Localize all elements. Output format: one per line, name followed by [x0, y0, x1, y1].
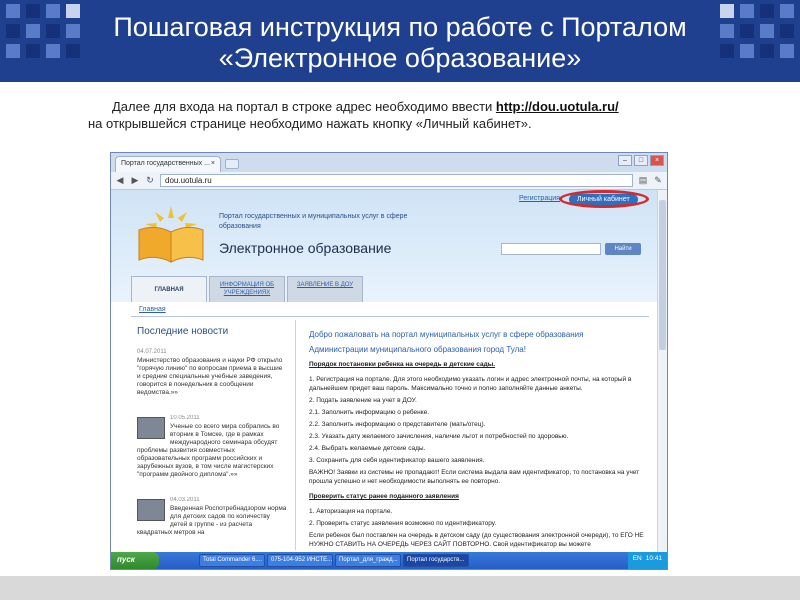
minimize-icon[interactable]: –: [618, 155, 632, 166]
step-text: 2.2. Заполнить информацию о представител…: [309, 421, 486, 428]
browser-screenshot: Портал государственных ... × – □ × ◀ ▶ ↻…: [110, 152, 668, 570]
tab-application[interactable]: ЗАЯВЛЕНИЕ В ДОУ: [287, 276, 363, 302]
instruction-suffix: на открывшейся странице необходимо нажат…: [88, 116, 532, 131]
taskbar-buttons: Total Commander 6.... 075-104-952 ИНСТЕ.…: [199, 554, 469, 567]
step-text: ВАЖНО! Заявки из системы не пропадают! Е…: [309, 469, 640, 485]
admin-text: Администрации муниципального образования…: [309, 345, 526, 354]
browser-navbar: ◀ ▶ ↻ dou.uotula.ru ▤ ✎: [111, 172, 667, 190]
site-name: Электронное образование: [219, 240, 392, 256]
web-page: Регистрация Личный кабинет Портал госуда…: [111, 190, 667, 552]
news-thumbnail[interactable]: [137, 417, 165, 439]
taskbar-button[interactable]: Портал_для_гражд...: [335, 554, 401, 567]
tab-main[interactable]: ГЛАВНАЯ: [131, 276, 207, 302]
reload-icon[interactable]: ↻: [145, 175, 155, 186]
slide-footer-band: [0, 576, 800, 600]
step-text: 2.3. Указать дату желаемого зачисления, …: [309, 433, 569, 440]
welcome-text: Добро пожаловать на портал муниципальных…: [309, 330, 584, 339]
tab-close-icon[interactable]: ×: [211, 160, 215, 167]
scrollbar-thumb[interactable]: [659, 200, 666, 350]
address-bar[interactable]: dou.uotula.ru: [160, 174, 633, 187]
windows-taskbar: пуск Total Commander 6.... 075-104-952 И…: [111, 552, 667, 569]
taskbar-button[interactable]: 075-104-952 ИНСТЕ...: [267, 554, 333, 567]
news-heading: Последние новости: [137, 326, 229, 337]
decor-squares-right: [720, 4, 794, 58]
new-tab-button[interactable]: [225, 159, 239, 169]
portal-subtitle: Портал государственных и муниципальных у…: [219, 213, 408, 230]
breadcrumb[interactable]: Главная: [139, 306, 166, 313]
news-column: Последние новости 04.07.2011 Министерств…: [137, 326, 287, 555]
news-item[interactable]: Министерство образования и науки РФ откр…: [137, 357, 287, 397]
page-scrollbar[interactable]: [657, 190, 667, 552]
taskbar-button[interactable]: Портал государств...: [403, 554, 469, 567]
step-text: 1. Регистрация на портале. Для этого нео…: [309, 376, 632, 392]
site-search-input[interactable]: [501, 243, 601, 255]
wrench-icon[interactable]: ✎: [653, 175, 663, 186]
step-text: 3. Сохранить для себя идентификатор ваше…: [309, 457, 485, 464]
forward-icon[interactable]: ▶: [130, 175, 140, 186]
divider: [131, 316, 649, 317]
status-step: Если ребенок был поставлен на очередь в …: [309, 532, 644, 548]
back-icon[interactable]: ◀: [115, 175, 125, 186]
register-link[interactable]: Регистрация: [519, 195, 560, 202]
news-row: 04.03.2011 Введенная Роспотребнадзором н…: [137, 497, 287, 555]
slide-title: Пошаговая инструкция по работе с Портало…: [80, 12, 720, 74]
browser-tab[interactable]: Портал государственных ... ×: [115, 156, 221, 172]
slide-title-line2: «Электронное образование»: [218, 43, 582, 73]
instruction-prefix: Далее для входа на портал в строке адрес…: [112, 99, 496, 114]
instruction-text: Далее для входа на портал в строке адрес…: [88, 98, 708, 132]
page-icon[interactable]: ▤: [638, 175, 648, 186]
highlight-oval: [559, 190, 649, 208]
news-date: 04.07.2011: [137, 349, 167, 355]
column-divider: [295, 320, 296, 550]
start-button[interactable]: пуск: [111, 552, 159, 569]
main-content: Добро пожаловать на портал муниципальных…: [309, 330, 645, 552]
news-thumbnail[interactable]: [137, 499, 165, 521]
status-step: 1. Авторизация на портале.: [309, 508, 393, 515]
step-text: 2.4. Выбрать желаемые детские сады.: [309, 445, 426, 452]
site-logo-icon: [138, 206, 204, 263]
browser-tabbar: Портал государственных ... × – □ ×: [111, 153, 667, 172]
system-tray: EN 10:41: [627, 552, 667, 569]
slide-header: Пошаговая инструкция по работе с Портало…: [0, 0, 800, 82]
step-text: 2.1. Заполнить информацию о ребенке.: [309, 409, 430, 416]
order-heading: Порядок постановки ребенка на очередь в …: [309, 361, 496, 368]
status-heading: Проверить статус ранее поданного заявлен…: [309, 493, 459, 500]
site-header: Регистрация Личный кабинет Портал госуда…: [111, 190, 657, 302]
site-tabs: ГЛАВНАЯ ИНФОРМАЦИЯ ОБ УЧРЕЖДЕНИЯХ ЗАЯВЛЕ…: [131, 276, 363, 302]
window-controls: – □ ×: [618, 155, 664, 166]
slide-title-line1: Пошаговая инструкция по работе с Портало…: [113, 12, 687, 42]
instruction-url: http://dou.uotula.ru/: [495, 99, 619, 114]
close-window-icon[interactable]: ×: [650, 155, 664, 166]
step-text: 2. Подать заявление на учет в ДОУ.: [309, 397, 417, 404]
maximize-icon[interactable]: □: [634, 155, 648, 166]
clock: 10:41: [645, 555, 662, 562]
search-button[interactable]: Найти: [605, 243, 641, 255]
decor-squares-left: [6, 4, 80, 58]
taskbar-button[interactable]: Total Commander 6....: [199, 554, 265, 567]
language-indicator[interactable]: EN: [633, 555, 642, 566]
status-step: 2. Проверить статус заявления возможно п…: [309, 520, 497, 527]
news-row: 10.05.2011 Ученые со всего мира собралис…: [137, 415, 287, 497]
browser-tab-title: Портал государственных ...: [121, 160, 210, 167]
tab-institutions[interactable]: ИНФОРМАЦИЯ ОБ УЧРЕЖДЕНИЯХ: [209, 276, 285, 302]
